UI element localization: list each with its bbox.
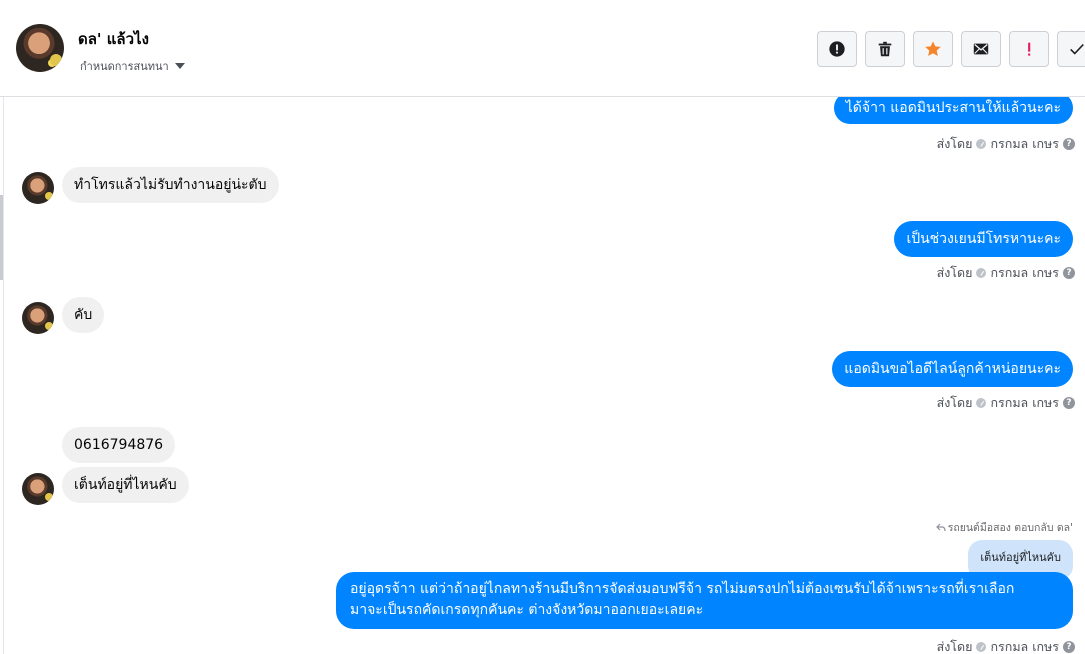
message-incoming[interactable]: คับ (62, 297, 105, 333)
message-outgoing[interactable]: ได้จ้าา แอดมินประสานให้แล้วนะคะ (833, 97, 1073, 124)
reply-context-label: รถยนต์มือสอง ตอบกลับ ดล' (935, 519, 1073, 536)
header-toolbar (817, 31, 1085, 67)
sent-by-prefix: ส่งโดย (936, 265, 973, 280)
message-outgoing-long[interactable]: อยู่อุดรจ้าา แต่ว่าถ้าอยู่ไกลทางร้านมีบร… (336, 572, 1073, 629)
message-incoming[interactable]: 0616794876 (62, 427, 176, 463)
sent-by-label: ส่งโดย กรกมล เกษร ? (937, 637, 1075, 654)
delete-button[interactable] (865, 31, 905, 67)
help-icon[interactable]: ? (1063, 397, 1075, 409)
message-incoming[interactable]: ทำโทรแล้วไม่รับทำงานอยู่น่ะตับ (62, 167, 279, 203)
sent-by-prefix: ส่งโดย (936, 395, 973, 410)
help-icon[interactable]: ? (1063, 267, 1075, 279)
contact-avatar-small[interactable] (22, 473, 54, 505)
mark-unread-button[interactable] (961, 31, 1001, 67)
message-thread[interactable]: ได้จ้าา แอดมินประสานให้แล้วนะคะ ส่งโดย ก… (4, 97, 1085, 654)
message-outgoing[interactable]: เป็นช่วงเยนมีโทรหานะคะ (894, 221, 1073, 257)
sent-by-name: กรกมล เกษร (990, 639, 1059, 654)
sent-by-name: กรกมล เกษร (990, 395, 1059, 410)
mark-important-button[interactable] (1009, 31, 1049, 67)
page-badge-icon (976, 642, 987, 652)
sent-by-prefix: ส่งโดย (936, 639, 973, 654)
mark-done-button[interactable] (1057, 31, 1085, 67)
reply-label-text: รถยนต์มือสอง ตอบกลับ ดล' (947, 522, 1073, 534)
spam-icon (829, 41, 845, 57)
message-incoming[interactable]: เต็นท์อยู่ที่ไหนคับ (62, 467, 189, 503)
sent-by-label: ส่งโดย กรกมล เกษร ? (937, 393, 1075, 413)
page-badge-icon (976, 139, 987, 149)
message-outgoing[interactable]: แอดมินขอไอดีไลน์ลูกค้าหน่อยนะคะ (832, 351, 1073, 387)
contact-avatar[interactable] (16, 24, 64, 72)
trash-icon (878, 41, 892, 57)
sent-by-label: ส่งโดย กรกมล เกษร ? (937, 263, 1075, 283)
important-icon (1028, 42, 1031, 56)
reply-arrow-icon (935, 523, 946, 532)
message-line-2: มาจะเป็นรถคัดเกรดทุกคันคะ ต่างจังหวัดมาอ… (350, 602, 704, 618)
conversation-header: ดล' แล้วไง กำหนดการสนทนา (0, 0, 1085, 97)
mark-spam-button[interactable] (817, 31, 857, 67)
page-badge-icon (976, 268, 987, 278)
contact-name[interactable]: ดล' แล้วไง (78, 27, 149, 51)
page-badge-icon (976, 398, 987, 408)
conversation-settings-label: กำหนดการสนทนา (80, 60, 169, 73)
inbox-conversation: ดล' แล้วไง กำหนดการสนทนา ได้จ้าา แอดมินป… (0, 0, 1085, 654)
check-icon (1070, 43, 1084, 55)
sent-by-label: ส่งโดย กรกมล เกษร ? (937, 134, 1075, 154)
mail-icon (973, 43, 989, 55)
conversation-settings-dropdown[interactable]: กำหนดการสนทนา (80, 57, 185, 75)
help-icon[interactable]: ? (1063, 641, 1075, 653)
sent-by-name: กรกมล เกษร (990, 265, 1059, 280)
sent-by-prefix: ส่งโดย (936, 136, 973, 151)
star-icon (925, 41, 941, 57)
help-icon[interactable]: ? (1063, 138, 1075, 150)
contact-avatar-small[interactable] (22, 302, 54, 334)
contact-avatar-small[interactable] (22, 172, 54, 204)
star-button[interactable] (913, 31, 953, 67)
caret-down-icon (174, 63, 185, 69)
sent-by-name: กรกมล เกษร (990, 136, 1059, 151)
scrollbar-handle[interactable] (0, 195, 3, 280)
message-line-1: อยู่อุดรจ้าา แต่ว่าถ้าอยู่ไกลทางร้านมีบร… (350, 581, 1015, 597)
